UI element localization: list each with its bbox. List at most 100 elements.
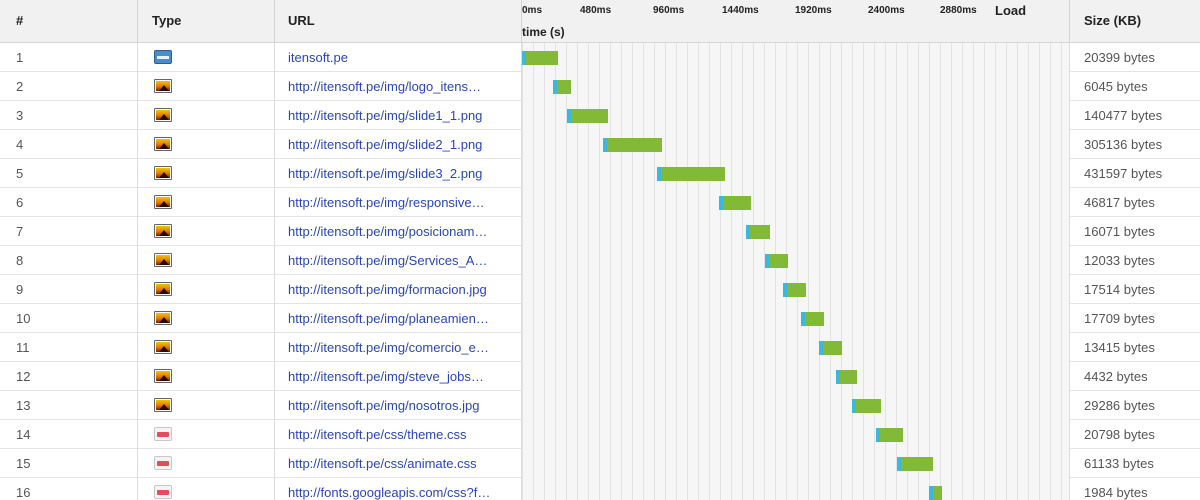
request-url-link[interactable]: itensoft.pe [275,43,522,72]
tick-label: 1920ms [795,5,832,16]
request-url-link[interactable]: http://itensoft.pe/img/slide3_2.png [275,159,522,188]
waterfall-download-bar[interactable] [932,486,943,500]
row-number: 10 [0,304,138,333]
table-row[interactable]: 15 http://itensoft.pe/css/animate.css 6113… [0,449,1200,478]
table-row[interactable]: 2 http://itensoft.pe/img/logo_itens… 6045 … [0,72,1200,101]
header-waterfall-cell: 0ms 480ms 960ms 1440ms 1920ms 2400ms 288… [522,0,1070,43]
row-number: 3 [0,101,138,130]
waterfall-cell [522,478,1070,500]
waterfall-download-bar[interactable] [879,428,903,442]
request-url-link[interactable]: http://itensoft.pe/img/comercio_e… [275,333,522,362]
table-row[interactable]: 1 itensoft.pe 20399 bytes [0,43,1200,72]
table-row[interactable]: 7 http://itensoft.pe/img/posicionam… 16071… [0,217,1200,246]
table-row[interactable]: 12 http://itensoft.pe/img/steve_jobs… 4432… [0,362,1200,391]
tick-label: 480ms [580,5,612,16]
waterfall-download-bar[interactable] [526,51,558,65]
row-type-cell [138,391,275,420]
row-type-cell [138,217,275,246]
table-row[interactable]: 14 http://itensoft.pe/css/theme.css 20798 … [0,420,1200,449]
header-num-cell[interactable]: # [0,0,138,43]
request-url-link[interactable]: http://itensoft.pe/img/posicionam… [275,217,522,246]
waterfall-download-bar[interactable] [901,457,934,471]
image-icon [154,79,172,93]
css-icon [154,485,172,499]
waterfall-cell [522,43,1070,72]
waterfall-download-bar[interactable] [840,370,858,384]
row-size: 1984 bytes [1084,485,1148,500]
waterfall-download-bar[interactable] [723,196,752,210]
table-row[interactable]: 10 http://itensoft.pe/img/planeamien… 1770… [0,304,1200,333]
waterfall-cell [522,130,1070,159]
waterfall-download-bar[interactable] [556,80,572,94]
row-size: 12033 bytes [1084,253,1155,268]
table-row[interactable]: 16 http://fonts.googleapis.com/css?f… 1984… [0,478,1200,500]
request-url-link[interactable]: http://itensoft.pe/img/logo_itens… [275,72,522,101]
request-url-link[interactable]: http://itensoft.pe/css/theme.css [275,420,522,449]
image-icon [154,253,172,267]
image-icon [154,282,172,296]
row-type-cell [138,275,275,304]
tick-label: 2400ms [868,5,905,16]
waterfall-download-bar[interactable] [786,283,806,297]
image-icon [154,398,172,412]
row-type-cell [138,72,275,101]
header-type-cell[interactable]: Type [138,0,275,43]
request-url-link[interactable]: http://itensoft.pe/img/planeamien… [275,304,522,333]
table-row[interactable]: 6 http://itensoft.pe/img/responsive… 46817… [0,188,1200,217]
tick-label: 0ms [522,5,543,16]
image-icon [154,340,172,354]
tick-label: 2880ms [940,5,977,16]
waterfall-download-bar[interactable] [804,312,824,326]
image-icon [154,108,172,122]
table-row[interactable]: 8 http://itensoft.pe/img/Services_A… 12033… [0,246,1200,275]
row-size: 13415 bytes [1084,340,1155,355]
table-row[interactable]: 13 http://itensoft.pe/img/nosotros.jpg 292… [0,391,1200,420]
image-icon [154,369,172,383]
table-row[interactable]: 5 http://itensoft.pe/img/slide3_2.png 4315… [0,159,1200,188]
header-url-cell[interactable]: URL [275,0,522,43]
waterfall-download-bar[interactable] [660,167,725,181]
row-size: 61133 bytes [1084,456,1154,471]
image-icon [154,224,172,238]
table-row[interactable]: 9 http://itensoft.pe/img/formacion.jpg 175… [0,275,1200,304]
row-number: 9 [0,275,138,304]
row-number: 14 [0,420,138,449]
row-size: 20798 bytes [1084,427,1155,442]
row-number: 7 [0,217,138,246]
row-size: 46817 bytes [1084,195,1155,210]
waterfall-download-bar[interactable] [856,399,882,413]
row-type-cell [138,304,275,333]
request-url-link[interactable]: http://itensoft.pe/img/responsive… [275,188,522,217]
request-url-link[interactable]: http://itensoft.pe/img/slide1_1.png [275,101,522,130]
image-icon [154,166,172,180]
image-icon [154,195,172,209]
header-type-label: Type [152,13,182,28]
row-number: 16 [0,478,138,500]
request-url-link[interactable]: http://itensoft.pe/img/nosotros.jpg [275,391,522,420]
row-number: 13 [0,391,138,420]
request-url-link[interactable]: http://itensoft.pe/img/formacion.jpg [275,275,522,304]
load-label: Load [995,3,1027,18]
table-row[interactable]: 11 http://itensoft.pe/img/comercio_e… 1341… [0,333,1200,362]
row-type-cell [138,333,275,362]
waterfall-cell [522,362,1070,391]
table-header: # Type URL 0ms 480ms 960ms 1440ms 1920ms… [0,0,1200,43]
waterfall-download-bar[interactable] [570,109,608,123]
waterfall-download-bar[interactable] [768,254,788,268]
request-url-link[interactable]: http://itensoft.pe/css/animate.css [275,449,522,478]
request-url-link[interactable]: http://itensoft.pe/img/Services_A… [275,246,522,275]
waterfall-download-bar[interactable] [607,138,663,152]
table-row[interactable]: 4 http://itensoft.pe/img/slide2_1.png 3051… [0,130,1200,159]
waterfall-download-bar[interactable] [750,225,771,239]
row-type-cell [138,478,275,500]
request-url-link[interactable]: http://fonts.googleapis.com/css?f… [275,478,522,500]
table-row[interactable]: 3 http://itensoft.pe/img/slide1_1.png 1404… [0,101,1200,130]
row-size: 29286 bytes [1084,398,1155,413]
row-type-cell [138,362,275,391]
request-url-link[interactable]: http://itensoft.pe/img/steve_jobs… [275,362,522,391]
row-size: 4432 bytes [1084,369,1148,384]
header-size-cell[interactable]: Size (KB) [1070,0,1200,43]
request-url-link[interactable]: http://itensoft.pe/img/slide2_1.png [275,130,522,159]
header-url-label: URL [288,13,315,28]
waterfall-download-bar[interactable] [822,341,842,355]
